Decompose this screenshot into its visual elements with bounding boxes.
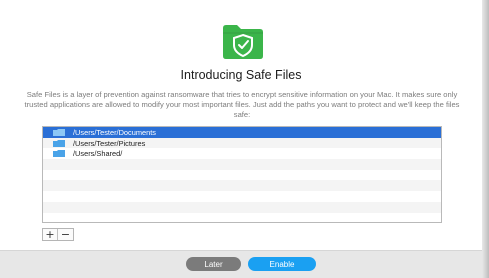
later-button[interactable]: Later bbox=[186, 257, 241, 271]
empty-row bbox=[43, 170, 441, 181]
shield-folder-icon bbox=[221, 22, 265, 60]
path-row-2[interactable]: /Users/Shared/ bbox=[43, 148, 441, 159]
add-remove-control: + − bbox=[42, 228, 74, 241]
dialog-description: Safe Files is a layer of prevention agai… bbox=[24, 90, 460, 119]
dialog-footer: Later Enable bbox=[0, 250, 482, 278]
folder-icon bbox=[53, 128, 65, 136]
safe-files-dialog: Introducing Safe Files Safe Files is a l… bbox=[0, 0, 482, 278]
empty-row bbox=[43, 201, 441, 213]
path-label: /Users/Shared/ bbox=[73, 149, 123, 159]
empty-row bbox=[43, 159, 441, 170]
add-path-button[interactable]: + bbox=[43, 229, 58, 240]
folder-icon bbox=[53, 150, 65, 158]
remove-path-button[interactable]: − bbox=[58, 229, 73, 240]
protected-paths-list[interactable]: /Users/Tester/Documents /Users/Tester/Pi… bbox=[42, 126, 442, 223]
empty-row bbox=[43, 213, 441, 223]
dialog-title: Introducing Safe Files bbox=[180, 68, 302, 82]
path-row-1[interactable]: /Users/Tester/Pictures bbox=[43, 137, 441, 149]
path-label: /Users/Tester/Pictures bbox=[73, 138, 146, 148]
enable-button[interactable]: Enable bbox=[248, 257, 316, 271]
empty-row bbox=[43, 180, 441, 192]
folder-icon bbox=[53, 139, 65, 147]
empty-row bbox=[43, 191, 441, 202]
path-label: /Users/Tester/Documents bbox=[73, 127, 156, 137]
window-edge bbox=[482, 0, 489, 278]
path-row-0[interactable]: /Users/Tester/Documents bbox=[43, 127, 441, 138]
